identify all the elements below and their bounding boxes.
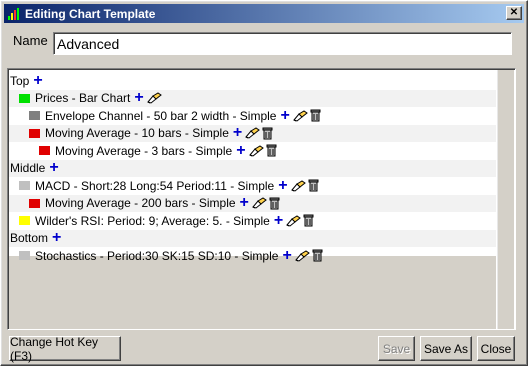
trash-icon[interactable] xyxy=(303,214,314,227)
color-swatch[interactable] xyxy=(19,93,30,103)
title-bar: Editing Chart Template ✕ xyxy=(4,4,524,23)
trash-icon[interactable] xyxy=(310,109,321,122)
plus-icon[interactable]: + xyxy=(52,230,61,246)
change-hotkey-button[interactable]: Change Hot Key (F3) xyxy=(9,335,121,363)
item-label: MACD - Short:28 Long:54 Period:11 - Simp… xyxy=(35,178,275,193)
close-window-icon[interactable]: ✕ xyxy=(506,6,522,20)
plus-icon[interactable]: + xyxy=(240,195,249,211)
color-swatch[interactable] xyxy=(29,128,40,138)
tree-item[interactable]: Wilder's RSI: Period: 9; Average: 5. - S… xyxy=(9,212,496,230)
section-label: Bottom xyxy=(10,231,49,246)
plus-icon[interactable]: + xyxy=(49,160,58,176)
tree-item[interactable]: Prices - Bar Chart + xyxy=(9,89,496,107)
color-swatch[interactable] xyxy=(19,216,30,226)
color-swatch[interactable] xyxy=(29,198,40,208)
color-swatch[interactable] xyxy=(19,251,30,261)
edit-pencil-icon[interactable] xyxy=(252,197,268,209)
plus-icon[interactable]: + xyxy=(134,90,143,106)
plus-icon[interactable]: + xyxy=(236,142,245,158)
name-label: Name xyxy=(13,33,48,48)
vertical-scrollbar[interactable] xyxy=(497,70,514,329)
item-label: Prices - Bar Chart xyxy=(35,91,131,106)
tree-section-bottom[interactable]: Bottom + xyxy=(9,229,496,247)
item-label: Wilder's RSI: Period: 9; Average: 5. - S… xyxy=(35,213,270,228)
tree-item[interactable]: Stochastics - Period:30 SK:15 SD:10 - Si… xyxy=(9,247,496,265)
chart-app-icon xyxy=(7,7,21,21)
trash-icon[interactable] xyxy=(308,179,319,192)
section-label: Top xyxy=(10,73,30,88)
close-button[interactable]: Close xyxy=(477,336,515,361)
section-label: Middle xyxy=(10,161,46,176)
tree-item[interactable]: Moving Average - 3 bars - Simple + xyxy=(9,142,496,160)
save-as-button[interactable]: Save As xyxy=(420,336,472,361)
tree-item[interactable]: Moving Average - 200 bars - Simple + xyxy=(9,194,496,212)
item-label: Moving Average - 200 bars - Simple xyxy=(45,196,236,211)
trash-icon[interactable] xyxy=(262,127,273,140)
edit-pencil-icon[interactable] xyxy=(294,250,311,262)
trash-icon[interactable] xyxy=(312,249,323,262)
edit-pencil-icon[interactable] xyxy=(290,180,307,192)
plus-icon[interactable]: + xyxy=(280,107,289,123)
plus-icon[interactable]: + xyxy=(33,72,42,88)
save-button[interactable]: Save xyxy=(378,336,415,361)
plus-icon[interactable]: + xyxy=(282,247,291,263)
plus-icon[interactable]: + xyxy=(278,177,287,193)
template-name-input[interactable] xyxy=(53,32,512,55)
edit-pencil-icon[interactable] xyxy=(286,215,302,227)
edit-pencil-icon[interactable] xyxy=(248,145,265,157)
trash-icon[interactable] xyxy=(266,144,277,157)
tree-content: Top + Prices - Bar Chart + Envelope Channel … xyxy=(9,70,496,329)
edit-pencil-icon[interactable] xyxy=(292,110,309,122)
tree-section-middle[interactable]: Middle + xyxy=(9,159,496,177)
item-label: Moving Average - 3 bars - Simple xyxy=(55,143,233,158)
edit-pencil-icon[interactable] xyxy=(146,92,163,104)
plus-icon[interactable]: + xyxy=(233,125,242,141)
chart-template-dialog: Editing Chart Template ✕ Name Top+Prices… xyxy=(0,0,528,366)
color-swatch[interactable] xyxy=(19,181,30,191)
scrollbar-track[interactable] xyxy=(497,70,514,329)
tree-item[interactable]: Moving Average - 10 bars - Simple + xyxy=(9,124,496,142)
tree-section-top[interactable]: Top + xyxy=(9,72,496,90)
indicator-tree: Top + Prices - Bar Chart + Envelope Channel … xyxy=(7,68,516,330)
color-swatch[interactable] xyxy=(29,111,40,121)
item-label: Moving Average - 10 bars - Simple xyxy=(45,126,229,141)
plus-icon[interactable]: + xyxy=(274,212,283,228)
tree-item[interactable]: MACD - Short:28 Long:54 Period:11 - Simp… xyxy=(9,177,496,195)
color-swatch[interactable] xyxy=(39,146,50,156)
item-label: Stochastics - Period:30 SK:15 SD:10 - Si… xyxy=(35,248,279,263)
tree-empty-area xyxy=(9,256,496,329)
trash-icon[interactable] xyxy=(269,197,280,210)
item-label: Envelope Channel - 50 bar 2 width - Simp… xyxy=(45,108,277,123)
tree-item[interactable]: Envelope Channel - 50 bar 2 width - Simp… xyxy=(9,107,496,125)
edit-pencil-icon[interactable] xyxy=(245,127,261,139)
window-title: Editing Chart Template xyxy=(25,6,156,21)
